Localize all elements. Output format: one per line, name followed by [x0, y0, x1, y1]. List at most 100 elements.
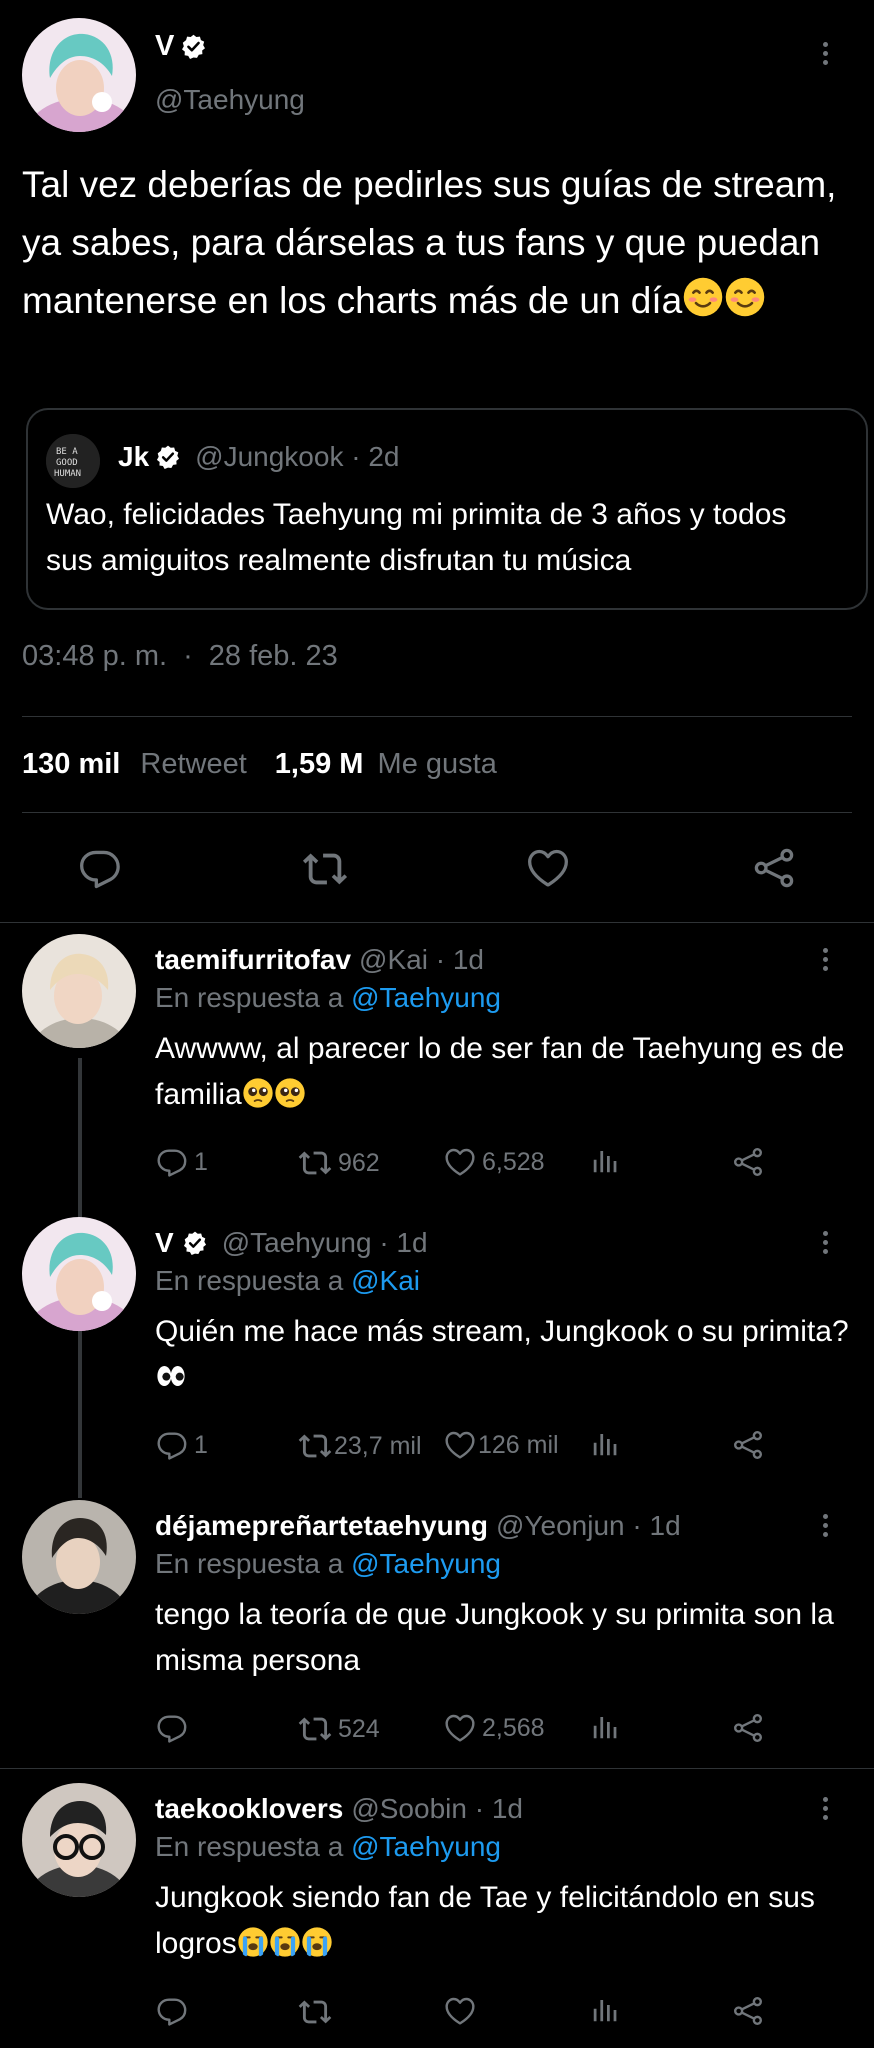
analytics-action[interactable]: [590, 1712, 620, 1742]
smiling-face-emoji-icon: [724, 276, 766, 318]
reply-to-link[interactable]: @Kai: [351, 1265, 420, 1296]
reply-icon: [156, 1429, 188, 1461]
tweet-time-separator: ·: [183, 640, 193, 672]
share-action[interactable]: [732, 1429, 764, 1461]
reply-tweet[interactable]: taemifurritofav @Kai · 1d En respuesta a…: [0, 930, 874, 1200]
retweet-action[interactable]: 962: [298, 1146, 380, 1180]
like-action[interactable]: 126 mil: [444, 1429, 559, 1461]
more-icon[interactable]: [823, 1514, 829, 1541]
main-tweet-more-icon[interactable]: [823, 42, 829, 69]
reply-to-link[interactable]: @Taehyung: [351, 982, 501, 1013]
quoted-tweet-text: Wao, felicidades Taehyung mi primita de …: [46, 498, 787, 577]
retweet-count: 23,7 mil: [334, 1431, 422, 1460]
reply-count: 1: [194, 1430, 208, 1459]
tweet-time: 03:48 p. m.: [22, 640, 168, 672]
reply-tweet[interactable]: déjamepreñartetaehyung @Yeonjun · 1d En …: [0, 1496, 874, 1766]
main-tweet-avatar[interactable]: [22, 18, 136, 132]
retweet-icon: [298, 1712, 332, 1746]
reply-meta[interactable]: @Yeonjun · 1d: [496, 1510, 681, 1542]
share-icon: [732, 1146, 764, 1178]
reply-action[interactable]: [156, 1712, 194, 1744]
retweet-action[interactable]: 524: [298, 1712, 380, 1746]
reply-display-name[interactable]: taekooklovers: [155, 1793, 343, 1825]
main-tweet-handle[interactable]: @Taehyung: [155, 84, 305, 116]
like-action[interactable]: 2,568: [444, 1712, 545, 1744]
more-icon[interactable]: [823, 1231, 829, 1258]
reply-avatar[interactable]: [22, 1783, 136, 1897]
reply-to-prefix: En respuesta a: [155, 1831, 344, 1862]
retweet-icon: [298, 1429, 332, 1463]
reply-to-link[interactable]: @Taehyung: [351, 1548, 501, 1579]
analytics-action[interactable]: [590, 1995, 620, 2025]
retweet-icon: [298, 1995, 332, 2029]
retweet-action[interactable]: [298, 1995, 338, 2029]
reply-tweet[interactable]: V @Taehyung · 1d En respuesta a @Kai Qui…: [0, 1213, 874, 1483]
svg-text:HUMAN: HUMAN: [54, 469, 81, 479]
reply-avatar[interactable]: [22, 1500, 136, 1614]
main-tweet-display-name[interactable]: V: [155, 30, 174, 63]
analytics-action[interactable]: [590, 1146, 620, 1176]
divider: [0, 1768, 874, 1769]
share-icon[interactable]: [752, 846, 796, 890]
retweet-icon: [298, 1146, 332, 1180]
divider: [0, 922, 874, 923]
quoted-avatar-text: BE A: [56, 447, 78, 457]
more-icon[interactable]: [823, 1797, 829, 1824]
share-icon: [732, 1712, 764, 1744]
more-icon[interactable]: [823, 948, 829, 975]
reply-icon: [156, 1146, 188, 1178]
like-count: 6,528: [482, 1147, 545, 1176]
smiling-face-emoji-icon: [682, 276, 724, 318]
reply-avatar[interactable]: [22, 934, 136, 1048]
like-icon: [444, 1995, 476, 2027]
quoted-tweet-handle[interactable]: @Jungkook · 2d: [195, 441, 399, 473]
retweet-icon[interactable]: [302, 846, 348, 892]
reply-icon[interactable]: [78, 846, 122, 890]
svg-text:GOOD: GOOD: [56, 458, 78, 468]
like-action[interactable]: 6,528: [444, 1146, 545, 1178]
reply-action[interactable]: 1: [156, 1429, 208, 1461]
reply-action[interactable]: 1: [156, 1146, 208, 1178]
likes-count: 1,59 M: [274, 748, 364, 780]
like-icon[interactable]: [526, 846, 570, 890]
verified-badge-icon: [180, 33, 207, 60]
reply-display-name[interactable]: déjamepreñartetaehyung: [155, 1510, 488, 1542]
pleading-face-emoji-icon: [274, 1077, 306, 1109]
reply-tweet[interactable]: taekooklovers @Soobin · 1d En respuesta …: [0, 1779, 874, 2048]
likes-label: Me gusta: [377, 748, 497, 780]
likes-stat[interactable]: 1,59 M Me gusta: [275, 748, 497, 781]
reply-icon: [156, 1712, 188, 1744]
analytics-action[interactable]: [590, 1429, 620, 1459]
analytics-icon: [590, 1995, 620, 2025]
share-action[interactable]: [732, 1146, 764, 1178]
crying-face-emoji-icon: [269, 1926, 301, 1958]
share-action[interactable]: [732, 1712, 764, 1744]
retweets-stat[interactable]: 130 mil Retweet: [22, 748, 247, 781]
pleading-face-emoji-icon: [242, 1077, 274, 1109]
retweets-count: 130 mil: [22, 748, 121, 780]
tweet-date: 28 feb. 23: [208, 640, 338, 672]
reply-to-link[interactable]: @Taehyung: [351, 1831, 501, 1862]
reply-avatar[interactable]: [22, 1217, 136, 1331]
main-tweet-actions: [0, 840, 874, 896]
reply-meta[interactable]: @Taehyung · 1d: [222, 1227, 428, 1259]
quoted-tweet-avatar[interactable]: BE A GOOD HUMAN: [46, 434, 100, 488]
reply-icon: [156, 1995, 188, 2027]
reply-meta[interactable]: @Kai · 1d: [359, 944, 484, 976]
like-action[interactable]: [444, 1995, 482, 2027]
main-tweet-text-block: Tal vez deberías de pedirles sus guías d…: [22, 156, 842, 330]
quoted-tweet-display-name[interactable]: Jk: [118, 441, 149, 473]
analytics-icon: [590, 1429, 620, 1459]
reply-to-prefix: En respuesta a: [155, 1265, 344, 1296]
reply-display-name[interactable]: taemifurritofav: [155, 944, 351, 976]
divider: [22, 812, 852, 813]
reply-meta[interactable]: @Soobin · 1d: [351, 1793, 523, 1825]
reply-display-name[interactable]: V: [155, 1227, 174, 1259]
share-action[interactable]: [732, 1995, 764, 2027]
reply-action[interactable]: [156, 1995, 194, 2027]
like-icon: [444, 1429, 476, 1461]
retweet-action[interactable]: 23,7 mil: [298, 1429, 422, 1463]
reply-count: 1: [194, 1147, 208, 1176]
retweets-label: Retweet: [140, 748, 247, 780]
like-icon: [444, 1712, 476, 1744]
